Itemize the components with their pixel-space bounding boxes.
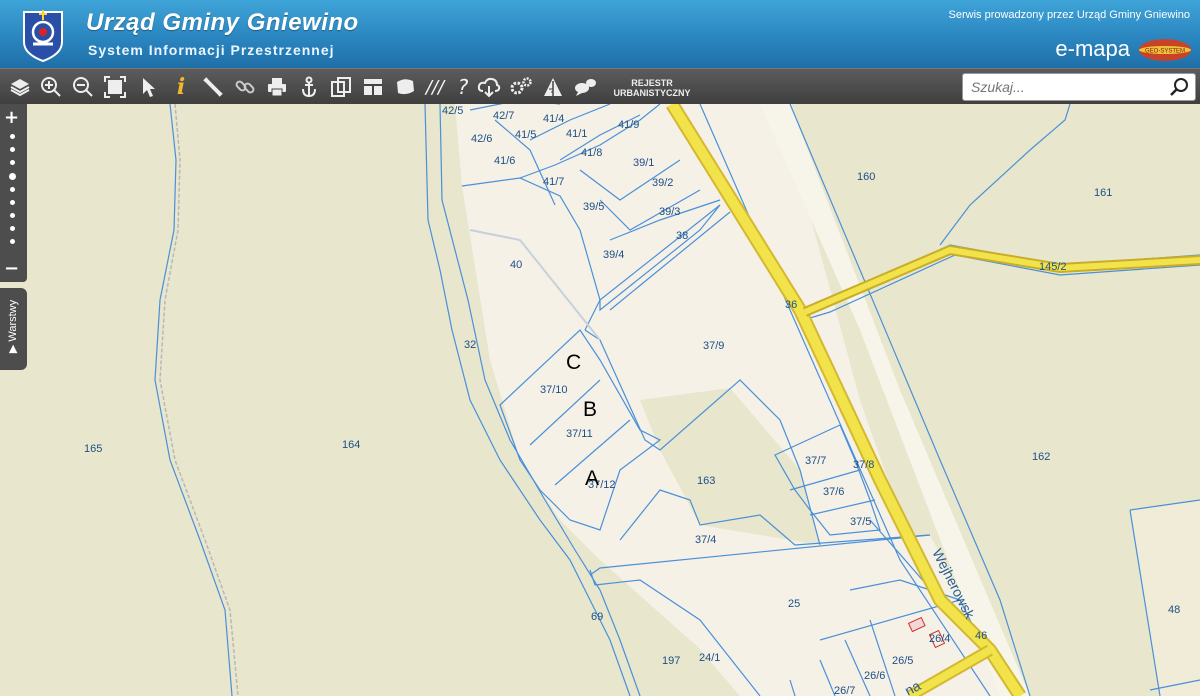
- zoom-control: + −: [0, 104, 27, 282]
- marker-c: C: [566, 351, 581, 374]
- main-toolbar: i /// ? REJESTR URBANISTYCZNY: [0, 68, 1200, 105]
- parcel-label: 37/6: [823, 486, 844, 498]
- layout-icon[interactable]: [360, 73, 386, 101]
- parcel-label: 37/10: [540, 384, 568, 396]
- cloud-download-icon[interactable]: [476, 73, 502, 101]
- hatch-icon[interactable]: ///: [422, 73, 448, 101]
- brand-name: e-mapa: [1055, 36, 1130, 61]
- parcel-label: 48: [1168, 604, 1180, 616]
- parcel-label: 39/2: [652, 177, 673, 189]
- map-canvas[interactable]: 42/5 42/7 42/6 41/4 41/5 41/1 41/9 41/6 …: [0, 104, 1200, 696]
- parcel-label: 37/11: [566, 428, 593, 440]
- compare-icon[interactable]: [328, 73, 354, 101]
- link-icon[interactable]: [232, 73, 258, 101]
- info-icon[interactable]: i: [168, 73, 194, 101]
- search-input[interactable]: [969, 76, 1163, 98]
- parcel-label: 46: [975, 630, 987, 642]
- parcel-label: 37/4: [695, 534, 716, 546]
- parcel-label: 26/4: [929, 633, 950, 645]
- parcel-label: 165: [84, 443, 102, 455]
- parcel-label: 145/2: [1039, 261, 1067, 273]
- map-svg[interactable]: 42/5 42/7 42/6 41/4 41/5 41/1 41/9 41/6 …: [0, 104, 1200, 696]
- zoom-level-dot[interactable]: [10, 147, 15, 152]
- parcel-label: 39/1: [633, 157, 654, 169]
- parcel-label: 41/6: [494, 155, 515, 167]
- parcel-label: 38: [676, 230, 688, 242]
- parcel-label: 42/6: [471, 133, 492, 145]
- parcel-label: 41/5: [515, 129, 536, 141]
- parcel-label: 36: [785, 299, 797, 311]
- gmina-crest-logo: [23, 10, 63, 62]
- settings-icon[interactable]: [508, 73, 534, 101]
- brand-badge: GEO-SYSTEM: [1145, 49, 1185, 55]
- marker-b: B: [583, 398, 597, 421]
- parcel-label: 163: [697, 475, 715, 487]
- app-title: Urząd Gminy Gniewino: [86, 9, 359, 36]
- search-box: [962, 73, 1196, 101]
- zoom-level-dot[interactable]: [10, 239, 15, 244]
- parcel-label: 37/7: [805, 455, 826, 467]
- layers-icon[interactable]: [7, 73, 33, 101]
- parcel-label: 41/8: [581, 147, 602, 159]
- zoom-in-icon[interactable]: [38, 73, 64, 101]
- search-icon[interactable]: [1170, 77, 1190, 97]
- parcel-label: 42/7: [493, 110, 514, 122]
- parcel-label: 164: [342, 439, 360, 451]
- parcel-label: 37/8: [853, 459, 874, 471]
- parcel-label: 26/6: [864, 670, 885, 682]
- zoom-level-dot[interactable]: [10, 226, 15, 231]
- parcel-label: 26/7: [834, 685, 855, 696]
- parcel-label: 37/5: [850, 516, 871, 528]
- zoom-extent-icon[interactable]: [102, 73, 128, 101]
- service-note: Serwis prowadzony przez Urząd Gminy Gnie…: [948, 9, 1190, 21]
- parcel-label: 39/3: [659, 206, 680, 218]
- parcel-label: 39/5: [583, 201, 604, 213]
- marker-a: A: [585, 467, 599, 490]
- parcel-label: 162: [1032, 451, 1050, 463]
- comments-icon[interactable]: [572, 73, 598, 101]
- zoom-level-dot[interactable]: [10, 134, 15, 139]
- zoom-level-dot[interactable]: [10, 200, 15, 205]
- rejestr-urbanistyczny-button[interactable]: REJESTR URBANISTYCZNY: [604, 78, 700, 98]
- parcel-label: 69: [591, 611, 603, 623]
- print-icon[interactable]: [264, 73, 290, 101]
- zoom-out-button[interactable]: −: [4, 258, 19, 279]
- help-icon[interactable]: ?: [450, 73, 476, 101]
- zoom-in-button[interactable]: +: [4, 107, 19, 128]
- layers-panel-tab[interactable]: ▶ Warstwy: [0, 288, 27, 370]
- zoom-out-icon[interactable]: [70, 73, 96, 101]
- parcel-label: 40: [510, 259, 522, 271]
- parcel-label: 41/9: [618, 119, 639, 131]
- parcel-label: 161: [1094, 187, 1112, 199]
- parcel-label: 37/9: [703, 340, 724, 352]
- expand-triangle-icon: ▶: [7, 341, 20, 354]
- zoom-level-dot[interactable]: [10, 187, 15, 192]
- parcel-label: 32: [464, 339, 476, 351]
- geo-system-logo: GEO-SYSTEM: [1139, 39, 1191, 61]
- pointer-icon[interactable]: [136, 73, 162, 101]
- app-header: Urząd Gminy Gniewino System Informacji P…: [0, 0, 1200, 68]
- anchor-icon[interactable]: [296, 73, 322, 101]
- parcel-label: 26/5: [892, 655, 913, 667]
- parcel-label: 197: [662, 655, 680, 667]
- shape-icon[interactable]: [392, 73, 418, 101]
- parcel-label: 41/4: [543, 113, 564, 125]
- parcel-label: 41/1: [566, 128, 587, 140]
- parcel-label: 160: [857, 171, 875, 183]
- parcel-label: 42/5: [442, 105, 463, 117]
- sign-icon[interactable]: [540, 73, 566, 101]
- app-subtitle: System Informacji Przestrzennej: [88, 42, 335, 58]
- zoom-level-current[interactable]: [9, 173, 16, 180]
- rejestr-line1: REJESTR: [631, 78, 673, 88]
- zoom-level-dot[interactable]: [10, 213, 15, 218]
- parcel-label: 25: [788, 598, 800, 610]
- parcel-label: 41/7: [543, 176, 564, 188]
- rejestr-line2: URBANISTYCZNY: [613, 88, 691, 98]
- parcel-label: 39/4: [603, 249, 624, 261]
- measure-icon[interactable]: [200, 73, 226, 101]
- parcel-label: 24/1: [699, 652, 720, 664]
- layers-tab-label: ▶ Warstwy: [7, 299, 20, 354]
- zoom-level-dot[interactable]: [10, 160, 15, 165]
